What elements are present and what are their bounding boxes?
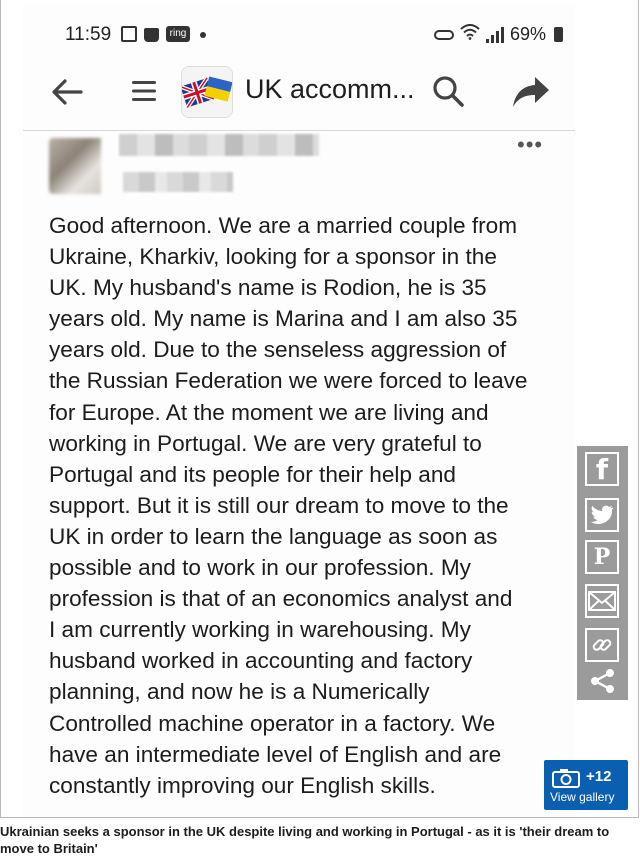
blurred-author-name	[119, 134, 319, 156]
email-share-button[interactable]	[585, 584, 619, 618]
group-title[interactable]: UK accomm...	[245, 74, 415, 105]
social-share-bar: f P	[577, 446, 628, 700]
group-avatar[interactable]	[181, 66, 233, 118]
facebook-share-button[interactable]: f	[585, 452, 619, 486]
blurred-post-meta	[123, 172, 233, 192]
battery-icon	[554, 27, 563, 42]
bag-icon	[144, 28, 159, 42]
app-bar-divider	[23, 130, 575, 131]
more-share-icon[interactable]	[589, 668, 617, 694]
more-options-icon[interactable]: •••	[517, 132, 543, 158]
post-header: •••	[23, 132, 575, 202]
share-arrow-icon[interactable]	[511, 74, 551, 110]
app-bar: UK accomm...	[23, 62, 575, 126]
view-gallery-button[interactable]: +12 View gallery	[544, 760, 628, 810]
key-icon	[433, 29, 454, 40]
signal-icon	[485, 26, 504, 43]
battery-percent: 69%	[509, 24, 546, 44]
status-time: 11:59	[65, 24, 112, 45]
search-icon[interactable]	[431, 74, 465, 108]
image-icon	[121, 26, 137, 42]
hamburger-menu-icon[interactable]	[131, 78, 157, 104]
link-icon	[592, 639, 612, 651]
image-caption: Ukrainian seeks a sponsor in the UK desp…	[0, 824, 610, 856]
gallery-count: +12	[586, 768, 612, 785]
back-arrow-icon[interactable]	[49, 74, 85, 110]
pinterest-share-button[interactable]: P	[585, 540, 619, 574]
notification-dot-icon	[200, 32, 206, 38]
email-icon	[588, 591, 616, 611]
gallery-label: View gallery	[550, 790, 615, 804]
ring-icon: ring	[166, 26, 190, 42]
blurred-avatar	[49, 138, 101, 194]
phone-screenshot: 11:59 ring 69% UK accomm... ••• Good aft…	[23, 4, 575, 817]
post-body-text: Good afternoon. We are a married couple …	[49, 213, 528, 798]
camera-icon	[552, 769, 580, 788]
article-image: 11:59 ring 69% UK accomm... ••• Good aft…	[0, 0, 639, 818]
twitter-icon	[590, 505, 613, 525]
copy-link-button[interactable]	[585, 628, 619, 662]
pinterest-icon: P	[593, 544, 611, 570]
status-bar: 11:59 ring 69%	[23, 14, 575, 54]
twitter-share-button[interactable]	[585, 498, 619, 532]
wifi-icon	[460, 24, 480, 45]
facebook-icon: f	[595, 452, 609, 486]
status-right: 69%	[433, 24, 563, 45]
